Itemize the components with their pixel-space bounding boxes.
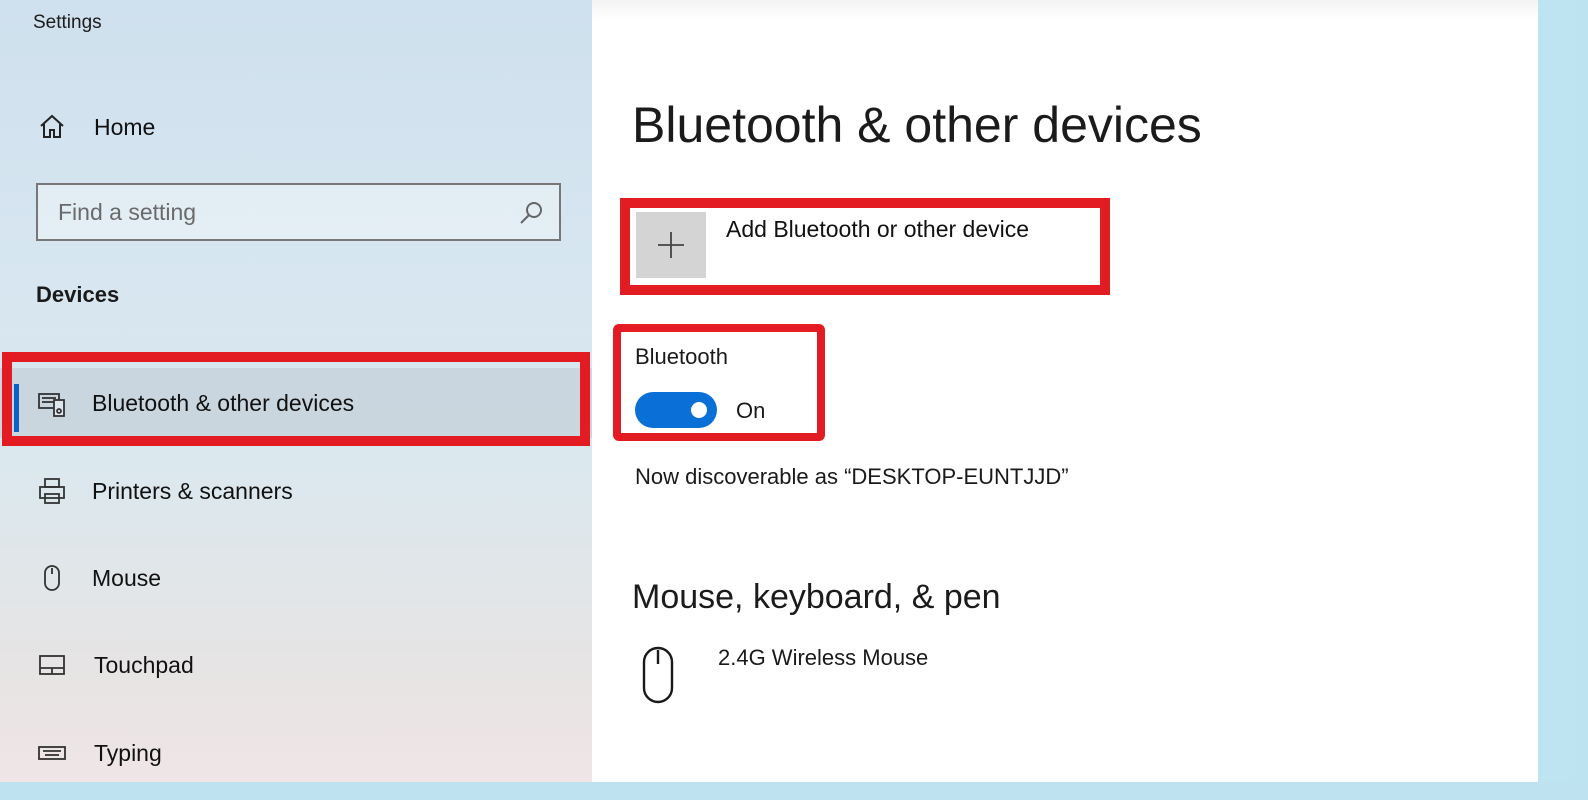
sidebar-item-label: Typing bbox=[94, 739, 162, 766]
settings-sidebar: Settings Home Devices bbox=[0, 0, 592, 782]
bluetooth-devices-icon bbox=[36, 387, 68, 419]
touchpad-icon bbox=[36, 649, 68, 681]
desktop-background bbox=[0, 782, 1588, 800]
home-icon bbox=[36, 111, 68, 143]
title-bar-area bbox=[592, 0, 1538, 20]
sidebar-item-label: Home bbox=[94, 113, 156, 140]
toggle-knob bbox=[691, 402, 707, 418]
search-box[interactable] bbox=[36, 183, 561, 241]
toggle-state-label: On bbox=[736, 398, 766, 423]
main-content: Bluetooth & other devices Add Bluetooth … bbox=[592, 0, 1538, 782]
device-name: 2.4G Wireless Mouse bbox=[718, 645, 929, 670]
sidebar-item-printers[interactable]: Printers & scanners bbox=[0, 456, 592, 526]
search-icon[interactable] bbox=[517, 199, 545, 227]
bluetooth-label: Bluetooth bbox=[635, 344, 728, 369]
sidebar-item-label: Mouse bbox=[92, 564, 162, 591]
sidebar-item-typing[interactable]: Typing bbox=[0, 718, 592, 782]
mouse-icon bbox=[636, 642, 680, 708]
keyboard-icon bbox=[36, 737, 68, 769]
active-indicator bbox=[14, 384, 19, 432]
app-title: Settings bbox=[33, 12, 102, 33]
search-input[interactable] bbox=[38, 185, 498, 239]
sidebar-item-mouse[interactable]: Mouse bbox=[0, 543, 592, 613]
page-title: Bluetooth & other devices bbox=[632, 97, 1202, 153]
bluetooth-toggle[interactable] bbox=[635, 392, 717, 428]
section-heading-devices: Devices bbox=[36, 282, 120, 307]
sidebar-item-bluetooth[interactable]: Bluetooth & other devices bbox=[0, 368, 592, 438]
add-device-label: Add Bluetooth or other device bbox=[726, 216, 1030, 242]
printer-icon bbox=[36, 475, 68, 507]
add-device-button[interactable]: Add Bluetooth or other device bbox=[636, 212, 1090, 278]
sidebar-item-touchpad[interactable]: Touchpad bbox=[0, 630, 592, 700]
sidebar-item-home[interactable]: Home bbox=[0, 100, 592, 154]
sidebar-item-label: Printers & scanners bbox=[92, 477, 293, 504]
plus-icon bbox=[636, 212, 706, 278]
sidebar-item-label: Touchpad bbox=[94, 651, 194, 678]
section-heading-mouse-keyboard-pen: Mouse, keyboard, & pen bbox=[632, 578, 1001, 616]
device-item[interactable]: 2.4G Wireless Mouse bbox=[632, 640, 1132, 710]
mouse-icon bbox=[36, 562, 68, 594]
sidebar-item-label: Bluetooth & other devices bbox=[92, 389, 355, 416]
discoverable-status: Now discoverable as “DESKTOP-EUNTJJD” bbox=[635, 464, 1069, 489]
